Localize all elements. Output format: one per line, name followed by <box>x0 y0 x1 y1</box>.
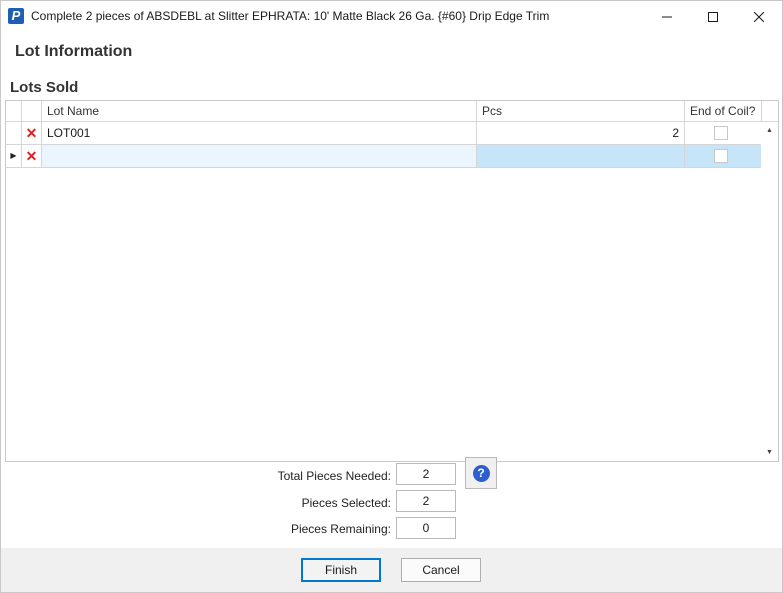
end-of-coil-cell[interactable] <box>685 122 762 144</box>
section-title: Lot Information <box>15 43 133 60</box>
maximize-button[interactable] <box>690 1 736 32</box>
end-of-coil-cell[interactable] <box>685 145 762 167</box>
pcs-cell[interactable]: 2 <box>477 122 685 144</box>
pieces-selected-label: Pieces Selected: <box>301 496 391 510</box>
current-row-indicator-icon: ▶ <box>6 145 22 167</box>
end-of-coil-checkbox[interactable] <box>714 149 728 163</box>
total-pieces-needed-field: 2 <box>396 463 456 485</box>
scroll-down-icon[interactable]: ▼ <box>761 444 778 461</box>
window-title: Complete 2 pieces of ABSDEBL at Slitter … <box>31 9 550 23</box>
table-row-new[interactable]: ▶ ✕ <box>6 145 762 168</box>
title-bar[interactable]: P Complete 2 pieces of ABSDEBL at Slitte… <box>1 1 782 32</box>
minimize-button[interactable] <box>644 1 690 32</box>
app-logo-icon: P <box>8 8 24 24</box>
close-button[interactable] <box>736 1 782 32</box>
total-pieces-needed-label: Total Pieces Needed: <box>277 469 391 483</box>
header-pcs[interactable]: Pcs <box>477 101 685 122</box>
finish-button[interactable]: Finish <box>301 558 381 582</box>
dialog-window: P Complete 2 pieces of ABSDEBL at Slitte… <box>0 0 783 593</box>
dialog-content: Lot Information Lots Sold Lot Name Pcs E… <box>1 32 782 548</box>
pieces-remaining-label: Pieces Remaining: <box>290 522 391 536</box>
cancel-button[interactable]: Cancel <box>401 558 481 582</box>
lot-name-cell[interactable]: LOT001 <box>42 122 477 144</box>
dialog-footer: Finish Cancel <box>1 548 782 592</box>
row-indicator <box>6 122 22 144</box>
section-subtitle: Lots Sold <box>10 79 79 96</box>
vertical-scrollbar[interactable]: ▲ ▼ <box>761 122 778 461</box>
delete-row-icon[interactable]: ✕ <box>22 122 42 144</box>
pieces-selected-field: 2 <box>396 490 456 512</box>
pcs-cell[interactable] <box>477 145 685 167</box>
header-lot-name[interactable]: Lot Name <box>42 101 477 122</box>
header-end-of-coil[interactable]: End of Coil? <box>685 101 762 122</box>
lot-name-cell[interactable] <box>42 145 477 167</box>
pieces-remaining-field: 0 <box>396 517 456 539</box>
delete-row-icon[interactable]: ✕ <box>22 145 42 167</box>
header-delete-col <box>22 101 42 122</box>
scroll-up-icon[interactable]: ▲ <box>761 122 778 139</box>
maximize-icon <box>708 11 718 22</box>
minimize-icon <box>662 16 672 17</box>
grid-header: Lot Name Pcs End of Coil? <box>6 101 778 122</box>
table-row[interactable]: ✕ LOT001 2 <box>6 122 762 145</box>
end-of-coil-checkbox[interactable] <box>714 126 728 140</box>
help-icon: ? <box>472 464 490 482</box>
header-indicator-col <box>6 101 22 122</box>
lots-sold-grid[interactable]: Lot Name Pcs End of Coil? ✕ LOT001 2 ▶ ✕ <box>5 100 779 462</box>
close-icon <box>754 11 764 22</box>
help-button[interactable]: ? <box>465 457 497 489</box>
